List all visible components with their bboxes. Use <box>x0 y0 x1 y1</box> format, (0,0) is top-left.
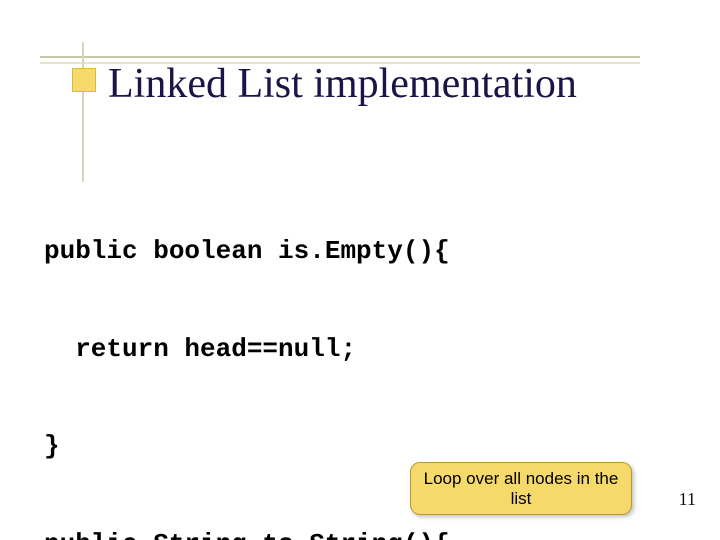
slide: Linked List implementation public boolea… <box>0 0 720 540</box>
code-line: public boolean is.Empty(){ <box>44 235 637 268</box>
code-line: public String to.String(){ <box>44 528 637 540</box>
code-line: } <box>44 430 637 463</box>
header-rule-1 <box>40 56 640 58</box>
code-line: return head==null; <box>44 333 637 366</box>
header-vertical-rule <box>82 42 84 182</box>
accent-square-icon <box>72 68 96 92</box>
page-number: 11 <box>679 489 696 510</box>
callout-note: Loop over all nodes in the list <box>410 462 632 515</box>
slide-title: Linked List implementation <box>108 60 577 108</box>
